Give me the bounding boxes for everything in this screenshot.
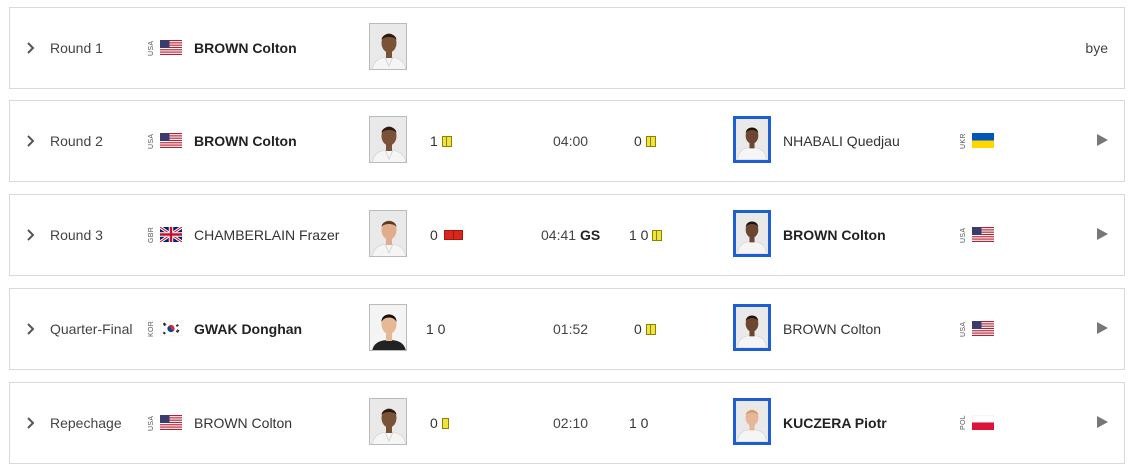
athlete-name[interactable]: BROWN Colton [194,8,297,88]
ukr-flag-icon [972,133,994,148]
contest-time: 02:10 [553,415,589,431]
athlete-name[interactable]: NHABALI Quedjau [783,101,900,181]
chevron-right-icon[interactable] [24,416,38,430]
country-code: UKR [960,133,967,149]
chevron-right-icon[interactable] [24,41,38,55]
contest-row-quarter-final[interactable]: Quarter-Final KOR GWAK Donghan 1 0 01:52… [9,288,1125,370]
usa-flag-icon [160,133,182,148]
country-code: GBR [148,226,155,244]
athlete-photo [369,116,407,163]
score-value: 1 0 [629,227,649,243]
time-value: 04:41 [541,227,577,243]
country-code: USA [148,415,155,431]
contest-time: 04:41 GS [541,195,600,275]
round-label: Quarter-Final [50,321,133,337]
kor-flag-icon [160,321,182,336]
chevron-right-icon[interactable] [24,228,38,242]
left-score: 0 [430,195,463,275]
right-score: 1 0 [629,415,649,431]
contest-row-round-3[interactable]: Round 3 GBR CHAMBERLAIN Frazer 0 04:41 G… [9,194,1125,276]
athlete-photo-blue [733,398,771,445]
country-code: POL [960,415,967,431]
athlete-name[interactable]: GWAK Donghan [194,289,302,369]
right-score: 0 [634,101,656,181]
contest-time: 01:52 [553,321,589,337]
right-score: 1 0 [629,195,663,275]
athlete-name[interactable]: BROWN Colton [783,289,881,369]
athlete-name[interactable]: BROWN Colton [194,101,297,181]
score-value: 0 [634,133,642,149]
contest-row-round-1[interactable]: Round 1 USA BROWN Colton bye [9,7,1125,89]
left-score: 1 [430,101,452,181]
contest-row-round-2[interactable]: Round 2 USA BROWN Colton 1 04:00 0 NHABA… [9,100,1125,182]
score-value: 0 [430,415,438,431]
red-card-icon [443,230,463,240]
usa-flag-icon [972,227,994,242]
chevron-right-icon[interactable] [24,322,38,336]
play-video-icon[interactable] [1097,134,1108,146]
athlete-name[interactable]: CHAMBERLAIN Frazer [194,195,339,275]
left-score: 1 0 [426,321,446,337]
double-shido-icon [645,324,656,335]
left-score: 0 [430,383,449,463]
athlete-photo [369,304,407,351]
play-video-icon[interactable] [1097,322,1108,334]
round-label: Round 2 [50,133,103,149]
double-shido-icon [441,136,452,147]
double-shido-icon [652,230,663,241]
athlete-photo-blue [733,116,771,163]
country-code: KOR [148,320,155,338]
pol-flag-icon [972,415,994,430]
round-label: Round 1 [50,40,103,56]
play-video-icon[interactable] [1097,228,1108,240]
usa-flag-icon [972,321,994,336]
athlete-photo [369,398,407,445]
athlete-photo [369,23,407,70]
athlete-photo-blue [733,304,771,351]
country-code: USA [960,227,967,243]
country-code: USA [148,133,155,149]
athlete-name[interactable]: BROWN Colton [783,195,886,275]
bye-label: bye [1085,40,1108,56]
usa-flag-icon [160,40,182,55]
chevron-right-icon[interactable] [24,134,38,148]
gbr-flag-icon [160,227,182,242]
country-code: USA [960,321,967,337]
score-value: 0 [430,227,438,243]
usa-flag-icon [160,415,182,430]
play-video-icon[interactable] [1097,416,1108,428]
shido-icon [441,418,449,429]
athlete-photo [369,210,407,257]
double-shido-icon [645,136,656,147]
athlete-name[interactable]: BROWN Colton [194,383,292,463]
right-score: 0 [634,289,656,369]
athlete-name[interactable]: KUCZERA Piotr [783,383,887,463]
round-label: Round 3 [50,227,103,243]
score-value: 0 [634,321,642,337]
country-code: USA [148,40,155,56]
contest-time: 04:00 [553,133,589,149]
golden-score-badge: GS [579,227,601,243]
score-value: 1 [430,133,438,149]
contest-row-repechage[interactable]: Repechage USA BROWN Colton 0 02:10 1 0 K… [9,382,1125,464]
athlete-photo-blue [733,210,771,257]
round-label: Repechage [50,415,122,431]
